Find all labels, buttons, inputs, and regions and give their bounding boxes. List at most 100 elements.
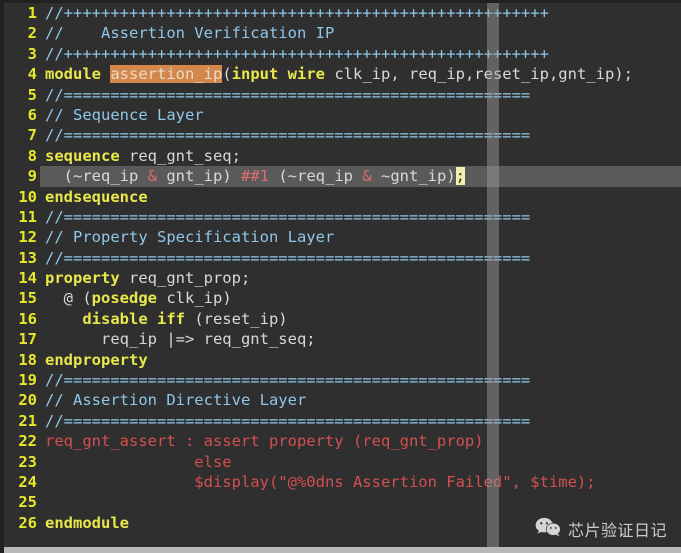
line-content: //======================================… <box>45 248 530 268</box>
line-content: // Sequence Layer <box>45 105 204 125</box>
text-cursor[interactable]: ; <box>455 167 466 186</box>
code-line[interactable]: 2 // Assertion Verification IP <box>4 23 681 43</box>
line-content: //======================================… <box>45 85 530 105</box>
keyword-input: input <box>231 65 279 84</box>
line-content: module assertion_ip(input wire clk_ip, r… <box>45 64 633 84</box>
line-number: 25 <box>18 493 37 512</box>
clock-signal: clk_ip) <box>157 289 232 308</box>
keyword-endmodule: endmodule <box>45 513 129 532</box>
keyword-endproperty: endproperty <box>45 350 148 369</box>
line-content: //======================================… <box>45 125 530 145</box>
line-number: 6 <box>27 105 37 124</box>
code-line-disable-iff[interactable]: 16 disable iff (reset_ip) <box>4 309 681 329</box>
code-line[interactable]: 6 // Sequence Layer <box>4 105 681 125</box>
line-content: //++++++++++++++++++++++++++++++++++++++… <box>45 44 549 64</box>
line-number: 5 <box>27 85 37 104</box>
comment-token: //++++++++++++++++++++++++++++++++++++++… <box>45 44 549 63</box>
code-line-implication[interactable]: 17 req_ip |=> req_gnt_seq; <box>4 329 681 349</box>
keyword-module: module <box>45 65 111 84</box>
line-number: 10 <box>18 187 37 206</box>
line-number: 13 <box>18 248 37 267</box>
code-line-else[interactable]: 23 else <box>4 452 681 472</box>
code-line[interactable]: 1 //++++++++++++++++++++++++++++++++++++… <box>4 3 681 23</box>
clocking-at: @ ( <box>45 289 92 308</box>
line-number: 16 <box>18 309 37 328</box>
code-surface[interactable]: 1 //++++++++++++++++++++++++++++++++++++… <box>4 3 681 553</box>
line-number: 21 <box>18 411 37 430</box>
line-content: req_gnt_assert : assert property (req_gn… <box>45 431 484 451</box>
code-line-sequence-decl[interactable]: 8 sequence req_gnt_seq; <box>4 146 681 166</box>
code-line-assert-directive[interactable]: 22 req_gnt_assert : assert property (req… <box>4 431 681 451</box>
line-number: 23 <box>18 452 37 471</box>
line-content: // Property Specification Layer <box>45 227 334 247</box>
line-number: 14 <box>18 269 37 288</box>
code-line[interactable]: 7 //====================================… <box>4 125 681 145</box>
line-number: 24 <box>18 472 37 491</box>
line-number: 19 <box>18 371 37 390</box>
code-line-display[interactable]: 24 $display("@%0dns Assertion Failed", $… <box>4 472 681 492</box>
port-list: clk_ip, req_ip,reset_ip,gnt_ip); <box>325 65 633 84</box>
code-line[interactable]: 18 endproperty <box>4 350 681 370</box>
line-number: 11 <box>18 207 37 226</box>
code-line-module-decl[interactable]: 4 module assertion_ip(input wire clk_ip,… <box>4 64 681 84</box>
seq-expr-mid: gnt_ip) <box>157 167 241 186</box>
display-statement: $display("@%0dns Assertion Failed", $tim… <box>45 472 596 491</box>
line-content: (~req_ip & gnt_ip) ##1 (~req_ip & ~gnt_i… <box>45 166 466 186</box>
comment-token: // Sequence Layer <box>45 105 204 124</box>
code-line[interactable]: 21 //===================================… <box>4 411 681 431</box>
line-number: 1 <box>27 4 37 22</box>
comment-token: //======================================… <box>45 411 531 430</box>
line-content: $display("@%0dns Assertion Failed", $tim… <box>45 472 596 492</box>
comment-token: //======================================… <box>45 248 531 267</box>
line-content: req_ip |=> req_gnt_seq; <box>45 329 316 349</box>
line-number: 3 <box>27 44 37 63</box>
code-line-property-decl[interactable]: 14 property req_gnt_prop; <box>4 268 681 288</box>
code-line[interactable]: 5 //====================================… <box>4 85 681 105</box>
operator-amp-2: & <box>362 167 372 186</box>
line-number: 12 <box>18 228 37 247</box>
property-name: req_gnt_prop; <box>119 269 251 288</box>
code-line[interactable]: 12 // Property Specification Layer <box>4 227 681 247</box>
punct: ( <box>222 65 232 84</box>
comment-token: //======================================… <box>45 207 531 226</box>
watermark-text: 芯片验证日记 <box>567 521 667 540</box>
line-number: 22 <box>18 432 37 451</box>
else-keyword: else <box>45 452 232 471</box>
line-content: else <box>45 452 232 472</box>
sequence-name: req_gnt_seq; <box>119 146 241 165</box>
line-number: 17 <box>18 330 37 349</box>
code-line-clocking[interactable]: 15 @ (posedge clk_ip) <box>4 288 681 308</box>
line-content: sequence req_gnt_seq; <box>45 146 241 166</box>
line-content: property req_gnt_prop; <box>45 268 250 288</box>
line-content: endsequence <box>45 187 148 207</box>
line-content: endmodule <box>45 513 129 533</box>
line-number: 15 <box>18 289 37 308</box>
code-line[interactable]: 20 // Assertion Directive Layer <box>4 390 681 410</box>
code-editor[interactable]: 1 //++++++++++++++++++++++++++++++++++++… <box>0 0 681 553</box>
seq-expr-right-b: ~gnt_ip) <box>371 167 456 186</box>
comment-token: // Assertion Verification IP <box>45 24 335 43</box>
implication-expr: req_ip |=> req_gnt_seq; <box>45 330 316 349</box>
watermark: 芯片验证日记 <box>535 517 667 541</box>
code-line[interactable]: 11 //===================================… <box>4 207 681 227</box>
keyword-posedge: posedge <box>91 289 157 308</box>
code-line[interactable]: 10 endsequence <box>4 187 681 207</box>
code-line-current[interactable]: 9 (~req_ip & gnt_ip) ##1 (~req_ip & ~gnt… <box>4 166 681 187</box>
keyword-endsequence: endsequence <box>45 187 148 206</box>
bottom-strip <box>4 547 681 553</box>
line-content: // Assertion Directive Layer <box>45 390 306 410</box>
seq-expr-left: (~req_ip <box>45 167 148 186</box>
line-content: //======================================… <box>45 411 530 431</box>
keyword-wire: wire <box>287 65 325 84</box>
comment-token: //======================================… <box>45 85 531 104</box>
code-line[interactable]: 3 //++++++++++++++++++++++++++++++++++++… <box>4 44 681 64</box>
keyword-property: property <box>45 269 120 288</box>
line-number: 2 <box>27 24 37 43</box>
code-line-blank[interactable]: 25 <box>4 492 681 512</box>
code-line[interactable]: 13 //===================================… <box>4 248 681 268</box>
assert-statement: req_gnt_assert : assert property (req_gn… <box>45 432 484 451</box>
operator-amp: & <box>147 167 157 186</box>
selected-identifier[interactable]: assertion_ip <box>110 65 223 84</box>
code-line[interactable]: 19 //===================================… <box>4 370 681 390</box>
